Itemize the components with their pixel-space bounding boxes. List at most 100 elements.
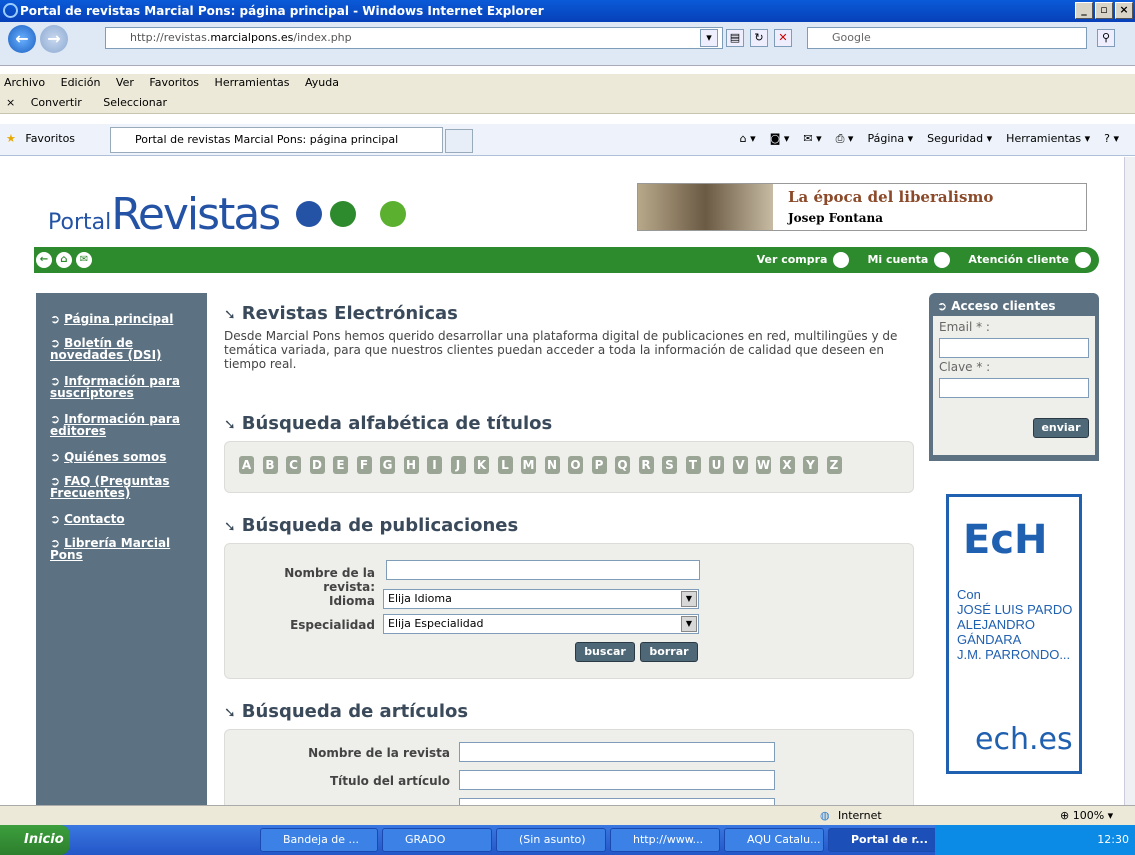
letter-v[interactable]: V xyxy=(732,456,748,474)
promo-banner[interactable]: La época del liberalismo Josep Fontana xyxy=(637,183,1087,231)
tab-portal[interactable]: Portal de revistas Marcial Pons: página … xyxy=(110,127,443,153)
back-icon[interactable]: ← xyxy=(36,252,52,268)
letter-d[interactable]: D xyxy=(309,456,325,474)
mail-icon[interactable]: ✉ ▾ xyxy=(803,124,821,154)
letter-i[interactable]: I xyxy=(427,456,442,474)
menu-ver[interactable]: Ver xyxy=(116,76,134,89)
search-input[interactable]: Google xyxy=(807,27,1087,49)
email-field[interactable] xyxy=(939,338,1089,358)
site-logo[interactable]: PortalRevistas xyxy=(48,189,281,240)
seleccionar-button[interactable]: Seleccionar xyxy=(103,96,167,109)
sidebar-item-faq[interactable]: ➲ FAQ (Preguntas Frecuentes) xyxy=(50,475,200,499)
letter-k[interactable]: K xyxy=(474,456,489,474)
menu-edicion[interactable]: Edición xyxy=(61,76,101,89)
letter-p[interactable]: P xyxy=(591,456,607,474)
art-titulo-input[interactable] xyxy=(459,770,775,790)
letter-g[interactable]: G xyxy=(380,456,395,474)
task-portal[interactable]: Portal de r... xyxy=(828,828,940,852)
seguridad-menu[interactable]: Seguridad ▾ xyxy=(927,124,992,154)
task-sin-asunto[interactable]: (Sin asunto) xyxy=(496,828,606,852)
stop-icon[interactable]: ✕ xyxy=(774,29,792,47)
sidebar-item-boletin[interactable]: ➲ Boletín de novedades (DSI) xyxy=(50,337,200,361)
letter-q[interactable]: Q xyxy=(615,456,630,474)
letter-t[interactable]: T xyxy=(685,456,701,474)
letter-l[interactable]: L xyxy=(497,456,513,474)
letter-s[interactable]: S xyxy=(662,456,677,474)
feeds-icon[interactable]: ◙ ▾ xyxy=(770,124,790,154)
buscar-button[interactable]: buscar xyxy=(575,642,635,662)
support-icon xyxy=(1075,252,1091,268)
convertir-button[interactable]: Convertir xyxy=(31,96,82,109)
letter-f[interactable]: F xyxy=(356,456,372,474)
clock[interactable]: 12:30 xyxy=(1097,833,1129,846)
sidebar-item-quienes[interactable]: ➲ Quiénes somos xyxy=(50,451,166,463)
zoom-label[interactable]: ⊕ 100% ▾ xyxy=(1060,806,1113,825)
new-tab-button[interactable] xyxy=(445,129,473,153)
menu-ayuda[interactable]: Ayuda xyxy=(305,76,339,89)
letter-c[interactable]: C xyxy=(286,456,301,474)
menu-herramientas[interactable]: Herramientas xyxy=(215,76,290,89)
star-icon[interactable]: ★ xyxy=(6,132,16,145)
address-row: ← → http://revistas.marcialpons.es/index… xyxy=(0,22,1135,66)
letter-n[interactable]: N xyxy=(544,456,560,474)
pagina-menu[interactable]: Página ▾ xyxy=(867,124,913,154)
task-aqu[interactable]: AQU Catalu... xyxy=(724,828,824,852)
maximize-button[interactable]: ▫ xyxy=(1095,2,1113,19)
home-icon[interactable]: ⌂ xyxy=(56,252,72,268)
dropdown-arrow-icon[interactable]: ▾ xyxy=(700,29,718,47)
art-extra-input[interactable] xyxy=(459,798,775,805)
ver-compra-link[interactable]: Ver compra xyxy=(757,252,850,268)
back-button[interactable]: ← xyxy=(8,25,36,53)
menu-favoritos[interactable]: Favoritos xyxy=(149,76,199,89)
refresh-icon[interactable]: ↻ xyxy=(750,29,768,47)
borrar-button[interactable]: borrar xyxy=(640,642,698,662)
letter-b[interactable]: B xyxy=(262,456,278,474)
letter-z[interactable]: Z xyxy=(826,456,842,474)
mi-cuenta-link[interactable]: Mi cuenta xyxy=(867,252,951,268)
herramientas-menu[interactable]: Herramientas ▾ xyxy=(1006,124,1090,154)
close-toolbar-icon[interactable]: × xyxy=(6,96,15,109)
start-button[interactable]: Inicio xyxy=(0,825,70,855)
nombre-revista-input[interactable] xyxy=(386,560,700,580)
ech-ad[interactable]: EcH Con JOSÉ LUIS PARDO ALEJANDRO GÁNDAR… xyxy=(946,494,1082,774)
home-icon[interactable]: ⌂ ▾ xyxy=(740,124,756,154)
letter-w[interactable]: W xyxy=(756,456,771,474)
letter-h[interactable]: H xyxy=(403,456,419,474)
sidebar-item-pagina-principal[interactable]: ➲ Página principal xyxy=(50,313,173,325)
sidebar-item-libreria[interactable]: ➲ Librería Marcial Pons xyxy=(50,537,200,561)
password-field[interactable] xyxy=(939,378,1089,398)
sidebar-item-contacto[interactable]: ➲ Contacto xyxy=(50,513,125,525)
address-input[interactable]: http://revistas.marcialpons.es/index.php xyxy=(105,27,723,49)
print-icon[interactable]: ⎙ ▾ xyxy=(836,124,854,154)
letter-o[interactable]: O xyxy=(568,456,583,474)
task-bandeja[interactable]: Bandeja de ... xyxy=(260,828,378,852)
letter-x[interactable]: X xyxy=(779,456,795,474)
favoritos-button[interactable]: Favoritos xyxy=(25,132,75,145)
art-nombre-input[interactable] xyxy=(459,742,775,762)
letter-j[interactable]: J xyxy=(450,456,466,474)
letter-a[interactable]: A xyxy=(239,456,254,474)
forward-button[interactable]: → xyxy=(40,25,68,53)
idioma-select[interactable]: Elija Idioma ▼ xyxy=(383,589,699,609)
letter-r[interactable]: R xyxy=(638,456,654,474)
minimize-button[interactable]: _ xyxy=(1075,2,1093,19)
close-button[interactable]: × xyxy=(1115,2,1133,19)
sidebar-item-editores[interactable]: ➲ Información para editores xyxy=(50,413,200,437)
vertical-scrollbar[interactable] xyxy=(1124,157,1135,805)
task-grado[interactable]: GRADO xyxy=(382,828,492,852)
sidebar-item-suscriptores[interactable]: ➲ Información para suscriptores xyxy=(50,375,200,399)
help-icon[interactable]: ? ▾ xyxy=(1104,124,1119,154)
enviar-button[interactable]: enviar xyxy=(1033,418,1089,438)
atencion-cliente-link[interactable]: Atención cliente xyxy=(968,252,1091,268)
letter-m[interactable]: M xyxy=(521,456,536,474)
compat-icon[interactable]: ▤ xyxy=(726,29,744,47)
menu-archivo[interactable]: Archivo xyxy=(4,76,45,89)
mail-icon[interactable]: ✉ xyxy=(76,252,92,268)
search-icon[interactable]: ⚲ xyxy=(1097,29,1115,47)
letter-y[interactable]: Y xyxy=(803,456,818,474)
task-http[interactable]: http://www... xyxy=(610,828,720,852)
especialidad-select[interactable]: Elija Especialidad ▼ xyxy=(383,614,699,634)
heading-publicaciones: ➘ Búsqueda de publicaciones xyxy=(224,515,519,536)
letter-e[interactable]: E xyxy=(333,456,348,474)
letter-u[interactable]: U xyxy=(709,456,724,474)
